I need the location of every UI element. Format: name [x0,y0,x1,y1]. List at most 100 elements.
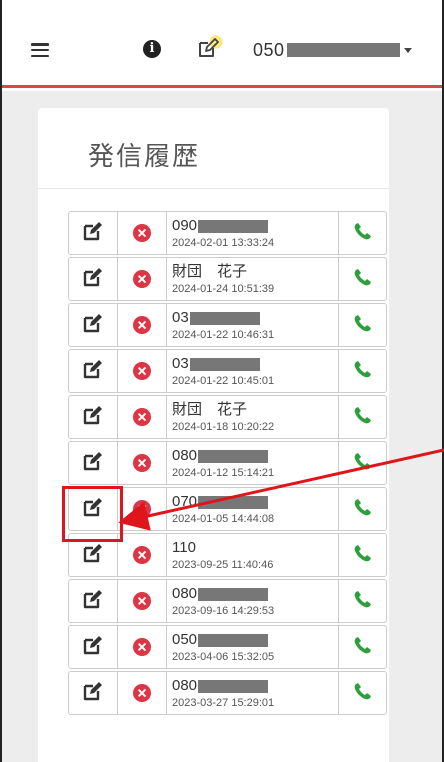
delete-circle-icon [133,546,151,564]
edit-button[interactable] [68,625,118,669]
entry-timestamp: 2024-01-22 10:46:31 [172,329,275,341]
edit-button[interactable] [68,395,118,439]
pencil-square-icon [83,635,103,660]
entry-name: 080 [172,585,198,602]
edit-button[interactable] [68,671,118,715]
delete-circle-icon [133,500,151,518]
entry-name: 080 [172,677,198,694]
pencil-square-icon [83,221,103,246]
entry-timestamp: 2024-01-12 15:14:21 [172,467,275,479]
call-button[interactable] [338,579,387,623]
redacted-block [286,43,400,57]
history-row: 財団 花子 2024-01-24 10:51:39 [68,257,388,303]
page-title: 発信履歴 [88,142,201,172]
call-entry-info: 財団 花子 2024-01-18 10:20:22 [166,395,339,439]
phone-icon [352,450,374,477]
edit-nav-button[interactable] [197,33,227,63]
call-button[interactable] [338,395,387,439]
edit-button[interactable] [68,579,118,623]
delete-circle-icon [133,270,151,288]
call-entry-info: 03 2024-01-22 10:45:01 [166,349,339,393]
delete-button[interactable] [117,625,167,669]
call-button[interactable] [338,257,387,301]
call-button[interactable] [338,533,387,577]
call-button[interactable] [338,303,387,347]
delete-button[interactable] [117,349,167,393]
redacted-block [189,311,260,325]
delete-button[interactable] [117,671,167,715]
pencil-square-icon [83,313,103,338]
delete-button[interactable] [117,487,167,531]
history-row: 090 2024-02-01 13:33:24 [68,211,388,257]
edit-button[interactable] [68,533,118,577]
pencil-square-icon [83,589,103,614]
hamburger-icon[interactable] [31,43,49,57]
redacted-block [198,633,269,647]
edit-button[interactable] [68,349,118,393]
pencil-square-icon [83,451,103,476]
call-button[interactable] [338,671,387,715]
caret-down-icon [403,47,412,53]
entry-name: 110 [172,539,196,556]
call-entry-info: 財団 花子 2024-01-24 10:51:39 [166,257,339,301]
call-entry-info: 080 2024-01-12 15:14:21 [166,441,339,485]
call-button[interactable] [338,487,387,531]
call-entry-info: 090 2024-02-01 13:33:24 [166,211,339,255]
edit-button[interactable] [68,211,118,255]
top-navbar: i 050 [2,0,442,88]
history-row: 050 2023-04-06 15:32:05 [68,625,388,671]
phone-icon [352,588,374,615]
entry-timestamp: 2023-03-27 15:29:01 [172,697,275,709]
delete-button[interactable] [117,303,167,347]
history-row: 03 2024-01-22 10:45:01 [68,349,388,395]
edit-button[interactable] [68,441,118,485]
pencil-square-icon [83,359,103,384]
delete-button[interactable] [117,441,167,485]
phone-icon [352,634,374,661]
delete-circle-icon [133,638,151,656]
delete-button[interactable] [117,211,167,255]
call-button[interactable] [338,211,387,255]
phone-icon [352,542,374,569]
delete-button[interactable] [117,395,167,439]
delete-circle-icon [133,684,151,702]
delete-circle-icon [133,316,151,334]
delete-button[interactable] [117,579,167,623]
divider [38,188,389,189]
info-circle-icon[interactable]: i [143,40,161,58]
delete-button[interactable] [117,257,167,301]
entry-name: 090 [172,217,198,234]
edit-button[interactable] [68,257,118,301]
phone-line-select[interactable]: 050 [253,39,412,61]
entry-name: 070 [172,493,198,510]
history-row: 080 2023-03-27 15:29:01 [68,671,388,717]
history-row: 財団 花子 2024-01-18 10:20:22 [68,395,388,441]
call-button[interactable] [338,625,387,669]
call-entry-info: 080 2023-03-27 15:29:01 [166,671,339,715]
phone-icon [352,266,374,293]
call-button[interactable] [338,441,387,485]
call-button[interactable] [338,349,387,393]
phone-icon [352,680,374,707]
call-entry-info: 080 2023-09-16 14:29:53 [166,579,339,623]
history-row: 070 2024-01-05 14:44:08 [68,487,388,533]
pencil-square-icon [199,38,219,57]
edit-button[interactable] [68,487,118,531]
redacted-block [198,495,269,509]
entry-timestamp: 2024-01-24 10:51:39 [172,283,275,295]
pencil-square-icon [83,405,103,430]
redacted-block [198,679,269,693]
delete-button[interactable] [117,533,167,577]
entry-timestamp: 2024-02-01 13:33:24 [172,237,275,249]
redacted-block [189,357,260,371]
redacted-block [198,219,269,233]
entry-timestamp: 2024-01-18 10:20:22 [172,421,275,433]
entry-timestamp: 2023-04-06 15:32:05 [172,651,275,663]
pencil-square-icon [83,681,103,706]
entry-name: 財団 花子 [172,263,248,280]
phone-prefix: 050 [253,39,285,60]
history-row: 080 2023-09-16 14:29:53 [68,579,388,625]
edit-button[interactable] [68,303,118,347]
entry-timestamp: 2024-01-05 14:44:08 [172,513,275,525]
entry-name: 080 [172,447,198,464]
